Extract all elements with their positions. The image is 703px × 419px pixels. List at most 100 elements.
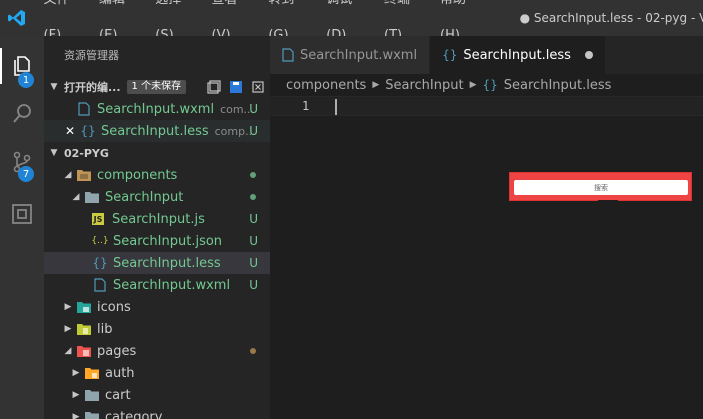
json-file-icon: {..} (91, 236, 109, 246)
folder-icon (84, 409, 100, 419)
chevron-right-icon: ▶ (64, 302, 72, 312)
git-modified-dot (250, 194, 256, 200)
tree-label: icons (97, 299, 131, 315)
tree-folder-pages[interactable]: ◢ pages (44, 340, 270, 362)
tree-label: category (105, 409, 163, 419)
current-line[interactable]: 1 (270, 96, 703, 116)
tree-folder-cart[interactable]: ▶ cart (44, 384, 270, 406)
tree-folder-searchinput[interactable]: ◢ SearchInput (44, 186, 270, 208)
breadcrumb: components ▶ SearchInput ▶ {} SearchInpu… (270, 74, 703, 96)
folder-icon (84, 387, 100, 403)
tree-label: lib (97, 321, 113, 337)
tree-folder-icons[interactable]: ▶ icons (44, 296, 270, 318)
folder-lib-icon (76, 321, 92, 337)
vscode-logo-icon (0, 0, 34, 36)
braces-icon: {} (442, 48, 458, 62)
source-control-activity[interactable]: 7 (0, 138, 44, 186)
folder-auth-icon (84, 365, 100, 381)
open-editors-actions (206, 76, 266, 98)
preview-search-bar: 搜索 (509, 172, 692, 203)
braces-icon: {} (482, 78, 498, 92)
file-icon (282, 48, 294, 62)
chevron-right-icon: ▶ (64, 324, 72, 334)
tree-file[interactable]: {..} SearchInput.json U (44, 230, 270, 252)
window-title: ● SearchInput.less - 02-pyg - Vis (519, 11, 703, 25)
folder-images-icon (76, 299, 92, 315)
open-editor-name: SearchInput.less (101, 123, 209, 139)
preview-notch (598, 200, 618, 203)
chevron-right-icon: ▶ (372, 80, 380, 90)
tree-label: SearchInput.json (113, 233, 223, 249)
braces-icon: {} (92, 256, 108, 270)
search-icon (13, 104, 31, 123)
editor-area: SearchInput.wxml {} SearchInput.less com… (270, 36, 703, 419)
tab-searchinput-less[interactable]: {} SearchInput.less (430, 36, 606, 74)
chevron-right-icon: ▶ (72, 412, 80, 419)
tree-folder-components[interactable]: ◢ components (44, 164, 270, 186)
preview-search-input: 搜索 (514, 180, 688, 195)
breadcrumb-item[interactable]: components (286, 78, 366, 93)
save-icon[interactable] (228, 79, 244, 95)
text-cursor (335, 99, 337, 115)
chevron-down-icon: ▼ (50, 148, 58, 158)
tree-label: components (97, 167, 178, 183)
tree-file[interactable]: JS SearchInput.js U (44, 208, 270, 230)
chevron-down-icon: ▼ (50, 82, 58, 92)
save-all-icon[interactable] (206, 79, 222, 95)
tab-label: SearchInput.less (463, 47, 571, 63)
chevron-down-icon: ◢ (64, 346, 72, 356)
tree-file-selected[interactable]: {} SearchInput.less U (44, 252, 270, 274)
git-status-untracked: U (249, 212, 258, 226)
tree-label: SearchInput.js (112, 211, 205, 227)
tab-searchinput-wxml[interactable]: SearchInput.wxml (270, 36, 431, 74)
active-indicator (0, 48, 2, 84)
unsaved-badge: 1 个未保存 (126, 80, 187, 94)
open-editors-header[interactable]: ▼ 打开的编... 1 个未保存 (44, 76, 270, 98)
git-status-untracked: U (249, 278, 258, 292)
tree-label: SearchInput (105, 189, 184, 205)
extensions-activity[interactable] (0, 190, 44, 238)
breadcrumb-item[interactable]: SearchInput (385, 78, 463, 93)
tree-label: SearchInput.wxml (113, 277, 231, 293)
tree-folder-auth[interactable]: ▶ auth (44, 362, 270, 384)
chevron-right-icon: ▶ (72, 390, 80, 400)
tree-folder-lib[interactable]: ▶ lib (44, 318, 270, 340)
braces-icon: {} (80, 124, 96, 138)
tree-label: cart (105, 387, 131, 403)
git-status-untracked: U (249, 256, 258, 270)
git-status-untracked: U (249, 234, 258, 248)
explorer-sidebar: 资源管理器 ▼ 打开的编... 1 个未保存 SearchInput.wxml … (44, 36, 270, 419)
workspace-label: 02-PYG (64, 146, 109, 160)
chevron-down-icon: ◢ (72, 192, 80, 202)
unsaved-dot-icon[interactable] (584, 51, 593, 59)
search-activity[interactable] (0, 90, 44, 138)
file-icon (76, 101, 92, 117)
tree-folder-category[interactable]: ▶ category (44, 406, 270, 419)
chevron-right-icon: ▶ (469, 80, 477, 90)
folder-open-icon (84, 189, 100, 205)
folder-pages-icon (76, 343, 92, 359)
chevron-right-icon: ▶ (72, 368, 80, 378)
open-editor-item-active[interactable]: ✕ {} SearchInput.less comp... U (44, 120, 270, 142)
folder-open-icon (76, 167, 92, 183)
workspace-header[interactable]: ▼ 02-PYG (44, 142, 270, 164)
activity-bar: 1 7 (0, 36, 44, 419)
file-icon (92, 277, 108, 293)
line-number: 1 (302, 99, 310, 113)
breadcrumb-item[interactable]: SearchInput.less (504, 78, 612, 93)
explorer-badge: 1 (18, 72, 34, 88)
git-modified-dot (250, 172, 256, 178)
git-status-untracked: U (249, 124, 258, 138)
tree-label: SearchInput.less (113, 255, 221, 271)
tree-label: pages (97, 343, 137, 359)
explorer-activity[interactable]: 1 (0, 42, 44, 90)
tree-file[interactable]: SearchInput.wxml U (44, 274, 270, 296)
open-editor-name: SearchInput.wxml (97, 101, 215, 117)
explorer-title: 资源管理器 (64, 49, 119, 62)
open-editor-item[interactable]: SearchInput.wxml com... U (44, 98, 270, 120)
tree-label: auth (105, 365, 135, 381)
scm-badge: 7 (18, 166, 34, 182)
close-icon[interactable]: ✕ (62, 123, 78, 139)
close-all-icon[interactable] (250, 79, 266, 95)
extensions-icon (12, 204, 32, 224)
